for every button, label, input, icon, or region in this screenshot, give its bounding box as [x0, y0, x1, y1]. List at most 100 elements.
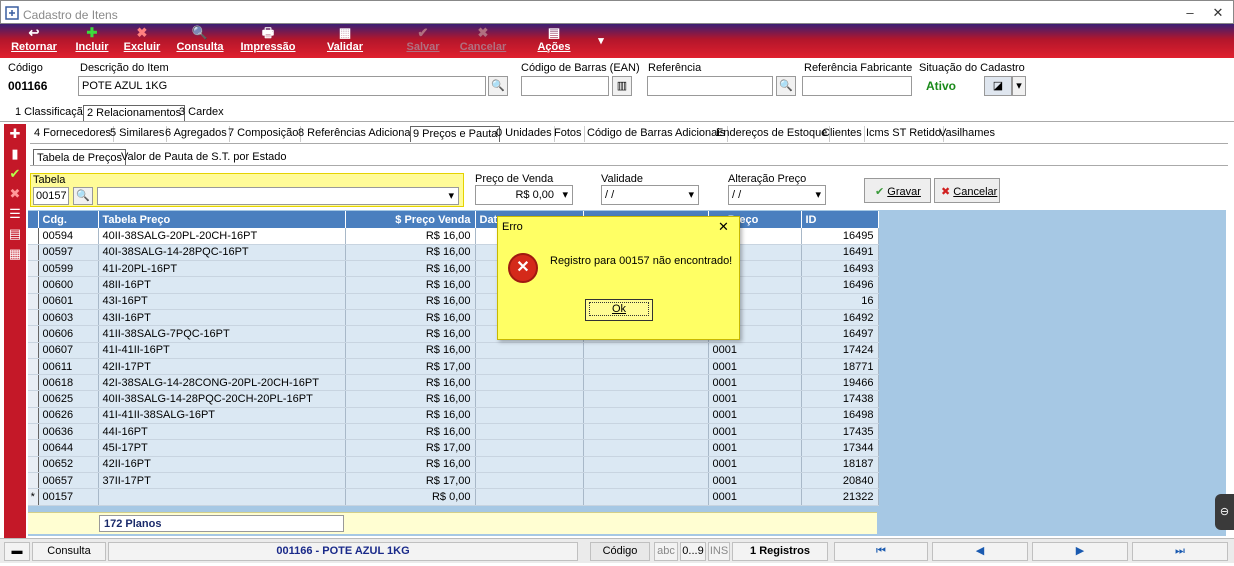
table-cell[interactable]: 42I-38SALG-14-28CONG-20PL-20CH-16PT	[98, 374, 346, 392]
table-cell[interactable]: 0001	[708, 488, 802, 506]
table-cell[interactable]: 00618	[38, 374, 99, 392]
table-cell[interactable]: 00601	[38, 293, 99, 310]
search-icon[interactable]: 🔍	[488, 76, 508, 96]
subtab-fornecedores[interactable]: 4 Fornecedores	[32, 126, 115, 142]
ok-button[interactable]: Ok	[585, 299, 653, 321]
table-cell[interactable]: 16493	[801, 260, 879, 278]
preco-venda-input[interactable]: R$ 0,00 ▾	[475, 185, 573, 205]
table-cell[interactable]: 00611	[38, 358, 99, 376]
table-row[interactable]: 00594 40II-38SALG-20PL-20CH-16PT R$ 16,00 1…	[28, 228, 879, 245]
cancelar-button[interactable]: ✖ Cancelar	[456, 25, 510, 57]
table-cell[interactable]: 42II-17PT	[98, 358, 346, 376]
subtab-similares[interactable]: 5 Similares	[108, 126, 168, 142]
row-selector[interactable]	[28, 309, 39, 327]
validar-button[interactable]: ▦ Validar	[322, 25, 368, 57]
table-cell[interactable]: 16491	[801, 244, 879, 262]
ean-input[interactable]	[521, 76, 609, 96]
row-selector[interactable]	[28, 293, 39, 310]
table-cell[interactable]: R$ 16,00	[345, 228, 476, 245]
status-icon[interactable]: ◪	[984, 76, 1012, 96]
column-header[interactable]: Cdg.	[38, 211, 99, 228]
table-cell[interactable]	[583, 342, 709, 359]
column-header[interactable]: $ Preço Venda	[345, 211, 476, 228]
table-cell[interactable]: R$ 16,00	[345, 309, 476, 327]
excluir-button[interactable]: ✖ Excluir	[122, 25, 162, 57]
table-cell[interactable]: 17438	[801, 390, 879, 408]
table-cell[interactable]: 0001	[708, 374, 802, 392]
table-cell[interactable]	[475, 390, 584, 408]
table-cell[interactable]: 00607	[38, 342, 99, 359]
table-cell[interactable]	[475, 439, 584, 457]
validade-input[interactable]: / / ▾	[601, 185, 699, 205]
row-selector[interactable]	[28, 244, 39, 262]
row-selector[interactable]	[28, 342, 39, 359]
table-cell[interactable]	[475, 456, 584, 473]
table-cell[interactable]: 45I-17PT	[98, 439, 346, 457]
tab-cardex[interactable]: 3 Cardex	[176, 105, 227, 121]
chevron-down-icon[interactable]: ▾	[1012, 76, 1026, 96]
table-row[interactable]: * 00157 R$ 0,00 0001 21322	[28, 488, 879, 506]
table-cell[interactable]: 41I-41II-38SALG-16PT	[98, 407, 346, 425]
subtab-precos-pauta[interactable]: 9 Preços e Pauta	[410, 126, 501, 142]
table-cell[interactable]: 00599	[38, 260, 99, 278]
table-row[interactable]: 00597 40I-38SALG-14-28PQC-16PT R$ 16,00 164…	[28, 244, 879, 262]
table-cell[interactable]: 0001	[708, 407, 802, 425]
table-cell[interactable]: 0001	[708, 423, 802, 441]
tab-relacionamentos[interactable]: 2 Relacionamentos	[83, 105, 186, 121]
list-icon[interactable]: ☰	[7, 206, 23, 222]
alteracao-input[interactable]: / / ▾	[728, 185, 826, 205]
subtab-vasilhames[interactable]: Vasilhames	[937, 126, 997, 142]
table-row[interactable]: 00603 43II-16PT R$ 16,00 16492	[28, 309, 879, 327]
table-row[interactable]: 00599 41I-20PL-16PT R$ 16,00 16493	[28, 260, 879, 278]
table-row[interactable]: 00652 42II-16PT R$ 16,00 0001 18187	[28, 456, 879, 473]
table-row[interactable]: 00644 45I-17PT R$ 17,00 0001 17344	[28, 439, 879, 457]
gravar-button[interactable]: ✔ Gravar	[864, 178, 931, 203]
referencia-input[interactable]	[647, 76, 773, 96]
plus-icon[interactable]: ✚	[7, 126, 23, 142]
check-icon[interactable]: ✔	[7, 166, 23, 182]
subtab-codigo-barras[interactable]: Código de Barras Adicionais	[585, 126, 729, 142]
table-cell[interactable]	[583, 374, 709, 392]
table-row[interactable]: 00601 43I-16PT R$ 16,00 16	[28, 293, 879, 310]
descricao-input[interactable]	[78, 76, 486, 96]
table-cell[interactable]	[475, 358, 584, 376]
next-record-icon[interactable]: ▶	[1032, 542, 1128, 561]
table-cell[interactable]: R$ 16,00	[345, 390, 476, 408]
table-cell[interactable]: 48II-16PT	[98, 276, 346, 294]
table-cell[interactable]: 00606	[38, 325, 99, 343]
table-cell[interactable]	[583, 472, 709, 490]
table-cell[interactable]: 00600	[38, 276, 99, 294]
table-cell[interactable]: 0001	[708, 472, 802, 490]
table-cell[interactable]	[583, 407, 709, 425]
innertab-valor-pauta[interactable]: Valor de Pauta de S.T. por Estado	[121, 151, 287, 163]
subtab-agregados[interactable]: 6 Agregados	[163, 126, 230, 142]
table-cell[interactable]: 00594	[38, 228, 99, 245]
table-cell[interactable]: 00157	[38, 488, 99, 506]
table-row[interactable]: 00600 48II-16PT R$ 16,00 16496	[28, 276, 879, 294]
table-cell[interactable]	[583, 488, 709, 506]
previous-record-icon[interactable]: ◀	[932, 542, 1028, 561]
table-cell[interactable]: 17424	[801, 342, 879, 359]
cancelar-filter-button[interactable]: ✖ Cancelar	[934, 178, 1000, 203]
subtab-clientes[interactable]: Clientes	[820, 126, 865, 142]
minimize-button[interactable]: –	[1177, 3, 1203, 23]
row-selector[interactable]	[28, 407, 39, 425]
table-cell[interactable]	[475, 342, 584, 359]
search-icon[interactable]: 🔍	[776, 76, 796, 96]
row-selector[interactable]	[28, 374, 39, 392]
table-cell[interactable]: R$ 16,00	[345, 456, 476, 473]
table-cell[interactable]: 0001	[708, 342, 802, 359]
table-cell[interactable]	[583, 390, 709, 408]
barcode-icon[interactable]: ▥	[612, 76, 632, 96]
row-selector[interactable]	[28, 358, 39, 376]
table-cell[interactable]	[475, 488, 584, 506]
close-icon[interactable]: ✕	[718, 219, 729, 235]
table-cell[interactable]: 42II-16PT	[98, 456, 346, 473]
subtab-composicao[interactable]: 7 Composição	[226, 126, 302, 142]
ref-fabricante-input[interactable]	[802, 76, 912, 96]
row-selector[interactable]: *	[28, 488, 39, 506]
table-cell[interactable]: R$ 16,00	[345, 374, 476, 392]
table-cell[interactable]: 16492	[801, 309, 879, 327]
table-cell[interactable]: 17435	[801, 423, 879, 441]
table-cell[interactable]: R$ 17,00	[345, 358, 476, 376]
